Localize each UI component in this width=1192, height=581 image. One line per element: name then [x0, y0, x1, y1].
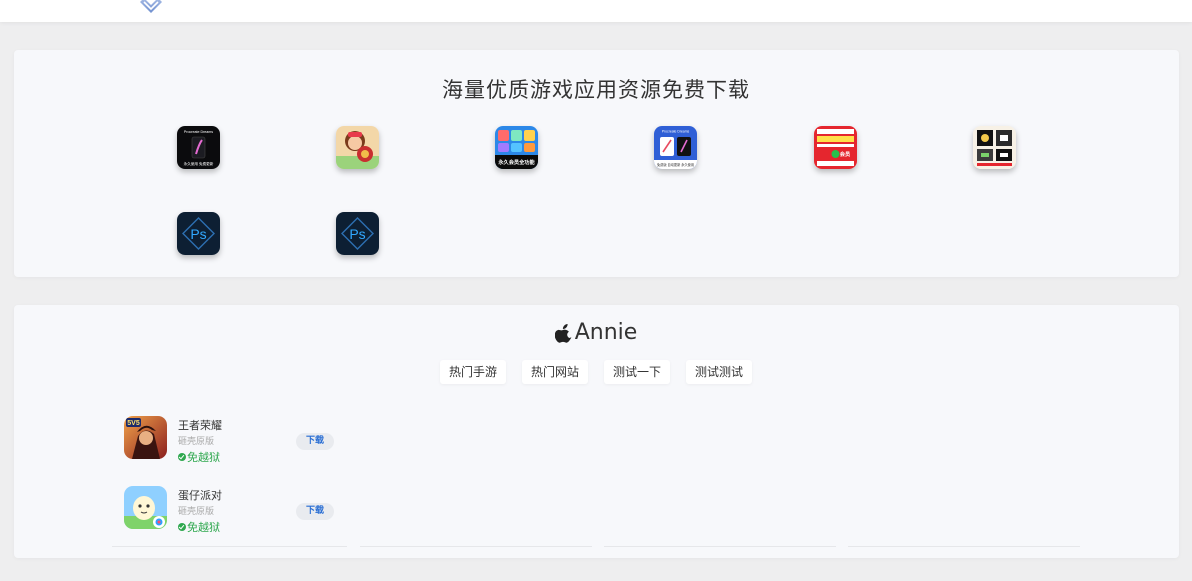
app-caption-bottom: 会员 — [840, 150, 850, 158]
app-caption-bottom: 永久会员全功能 — [497, 158, 535, 166]
photoshop-label: Ps — [349, 226, 365, 242]
app-caption-top: Procreate Dreams — [184, 130, 213, 134]
game-tag-label: 免越狱 — [187, 451, 220, 464]
game-icon[interactable] — [124, 486, 167, 529]
photoshop-icon: Ps — [336, 212, 379, 255]
app-icon-dark-grid[interactable] — [973, 126, 1016, 169]
download-button[interactable]: 下载 — [296, 433, 334, 450]
apple-logo-icon — [554, 323, 572, 343]
divider — [848, 546, 1080, 547]
game-name[interactable]: 蛋仔派对 — [178, 487, 222, 503]
eggy-party-icon — [124, 486, 167, 529]
app-icon-procreate-dreams-blue[interactable]: Procreate Dreams 免费版 自动更新 永久使用 — [654, 126, 697, 169]
check-circle-icon — [178, 523, 186, 531]
procreate-dreams-blue-icon: Procreate Dreams 免费版 自动更新 永久使用 — [654, 126, 697, 169]
dark-grid-app-icon — [973, 126, 1016, 169]
game-subtitle: 砸壳原版 — [178, 507, 215, 517]
top-bar — [0, 0, 1192, 22]
app-caption-bottom: 免费版 自动更新 永久使用 — [657, 162, 694, 167]
game-item: 5V5 王者荣耀 砸壳原版 免越狱 下载 — [124, 416, 374, 465]
app-icon-cooking-mama[interactable] — [336, 126, 379, 169]
app-caption-bottom: 永久使用 免费更新 — [184, 161, 214, 166]
game-tag-label: 免越狱 — [187, 521, 220, 534]
divider — [360, 546, 592, 547]
app-icon-photoshop-2[interactable]: Ps — [336, 212, 379, 255]
divider — [604, 546, 836, 547]
game-bundle-icon: 永久会员全功能 — [495, 126, 538, 169]
brand-name: Annie — [574, 320, 638, 345]
game-item: 蛋仔派对 砸壳原版 免越狱 下载 — [124, 486, 374, 535]
photoshop-icon: Ps — [177, 212, 220, 255]
store-brand: Annie — [0, 320, 1192, 345]
game-subtitle: 砸壳原版 — [178, 437, 215, 447]
tab-hot-games[interactable]: 热门手游 — [439, 360, 506, 384]
game-tag: 免越狱 — [178, 449, 220, 465]
chevron-down-icon[interactable] — [137, 0, 165, 18]
tab-test-once[interactable]: 测试一下 — [604, 360, 671, 384]
app-icon-photoshop[interactable]: Ps — [177, 212, 220, 255]
divider — [112, 546, 347, 547]
app-icon-game-bundle[interactable]: 永久会员全功能 — [495, 126, 538, 169]
resource-title: 海量优质游戏应用资源免费下载 — [442, 78, 750, 102]
game-name[interactable]: 王者荣耀 — [178, 417, 222, 433]
procreate-dreams-icon: Procreate Dreams 永久使用 免费更新 — [177, 126, 220, 169]
honor-of-kings-icon: 5V5 — [124, 416, 167, 459]
tab-hot-sites[interactable]: 热门网站 — [521, 360, 588, 384]
app-caption-top: Procreate Dreams — [662, 130, 690, 134]
photoshop-label: Ps — [190, 226, 206, 242]
download-button[interactable]: 下载 — [296, 503, 334, 520]
check-circle-icon — [178, 453, 186, 461]
svg-text:5V5: 5V5 — [127, 420, 140, 427]
cooking-mama-icon — [336, 126, 379, 169]
app-icon-red-promo[interactable]: 会员 — [814, 126, 857, 169]
tab-test-test[interactable]: 测试测试 — [686, 360, 753, 384]
app-icon-procreate-dreams[interactable]: Procreate Dreams 永久使用 免费更新 — [177, 126, 220, 169]
game-icon[interactable]: 5V5 — [124, 416, 167, 459]
red-promo-icon: 会员 — [814, 126, 857, 169]
category-tabs: 热门手游 热门网站 测试一下 测试测试 — [0, 360, 1192, 384]
game-tag: 免越狱 — [178, 519, 220, 535]
